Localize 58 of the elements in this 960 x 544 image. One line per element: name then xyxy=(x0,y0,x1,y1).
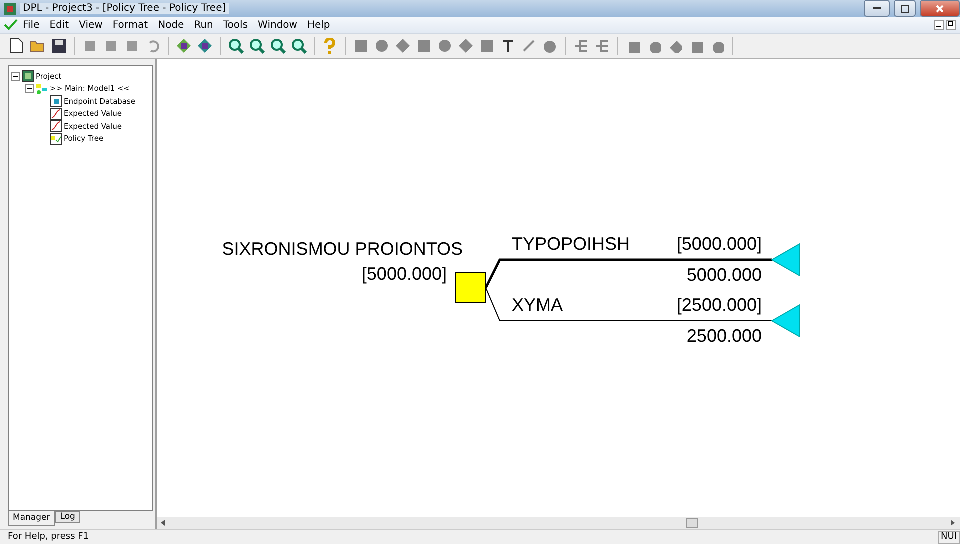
document-icon[interactable] xyxy=(4,19,18,31)
zoom-fit-icon[interactable] xyxy=(290,37,308,55)
curve-icon xyxy=(50,108,62,120)
decision-label: SIXRONISMOU PROIONTOS xyxy=(222,239,463,259)
menu-item[interactable]: File xyxy=(18,20,45,30)
menu-item[interactable]: Tools xyxy=(218,20,254,30)
node-shape-icon[interactable] xyxy=(436,37,454,55)
menu-item[interactable]: Format xyxy=(108,20,154,30)
zoom-out-icon[interactable] xyxy=(248,37,266,55)
terminal-node[interactable] xyxy=(771,304,800,338)
policy-icon xyxy=(50,132,62,145)
maximize-icon[interactable] xyxy=(901,4,909,12)
node-shape-icon[interactable] xyxy=(394,37,412,55)
menu-item[interactable]: Help xyxy=(302,20,336,30)
node-shape-icon[interactable] xyxy=(457,37,475,55)
branch-icon[interactable] xyxy=(572,37,590,55)
menu-item[interactable]: Edit xyxy=(44,20,74,30)
decision-node[interactable] xyxy=(456,272,486,304)
zoom-icon[interactable] xyxy=(269,37,287,55)
branch-icon[interactable] xyxy=(593,37,611,55)
panel-tab[interactable]: Manager xyxy=(8,511,56,526)
zoom-in-icon[interactable] xyxy=(227,37,245,55)
scroll-left-icon[interactable] xyxy=(161,520,166,526)
app-icon xyxy=(4,2,16,14)
save-icon[interactable] xyxy=(50,37,68,55)
status-message: For Help, press F1 xyxy=(7,532,90,542)
branch-label: XYMA xyxy=(512,295,564,315)
menu-item[interactable]: View xyxy=(74,20,108,30)
window-title: DPL - Project3 - [Policy Tree - Policy Tree] xyxy=(20,3,230,14)
model-icon xyxy=(36,82,48,95)
menu-item[interactable]: Run xyxy=(189,20,218,30)
minimize-icon[interactable] xyxy=(873,7,881,10)
node-shape-icon[interactable] xyxy=(373,37,391,55)
minimize-icon[interactable] xyxy=(934,20,944,30)
payoff-value: 5000.000 xyxy=(686,265,762,285)
scroll-right-icon[interactable] xyxy=(951,520,956,526)
menu-item[interactable]: Node xyxy=(153,20,190,30)
branch-value: [5000.000] xyxy=(676,234,762,254)
node-shape-icon[interactable] xyxy=(352,37,370,55)
new-file-icon[interactable] xyxy=(8,37,26,55)
restore-icon[interactable] xyxy=(946,20,956,30)
scroll-thumb[interactable] xyxy=(686,518,698,528)
collapse-icon[interactable] xyxy=(11,72,20,81)
close-icon[interactable] xyxy=(936,4,944,12)
terminal-node[interactable] xyxy=(771,243,800,277)
menu-item[interactable]: Window xyxy=(253,20,302,30)
payoff-value: 2500.000 xyxy=(686,326,762,346)
collapse-icon[interactable] xyxy=(25,84,34,94)
node-shape-icon[interactable] xyxy=(415,37,433,55)
database-icon xyxy=(50,95,62,108)
branch-value: [2500.000] xyxy=(676,295,762,315)
curve-icon xyxy=(50,120,62,132)
node-shape-icon[interactable] xyxy=(478,37,496,55)
project-icon xyxy=(22,70,34,82)
panel-tab[interactable]: Log xyxy=(55,511,80,523)
status-indicator: NUI xyxy=(938,530,960,544)
branch-label: TYPOPOIHSH xyxy=(512,234,630,254)
decision-value: [5000.000] xyxy=(362,264,447,284)
